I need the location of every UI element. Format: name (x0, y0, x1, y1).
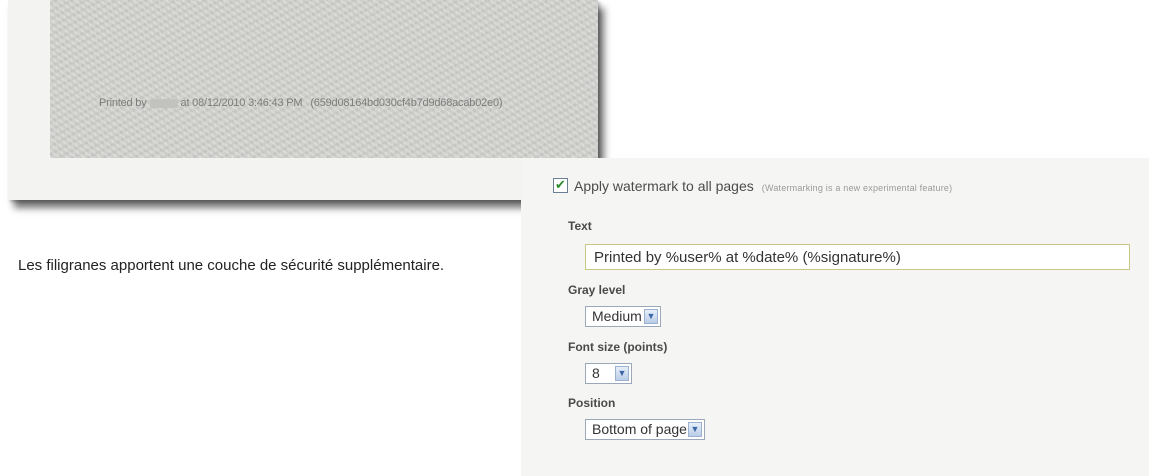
apply-watermark-row: ✔ Apply watermark to all pages (Watermarki… (553, 177, 953, 194)
watermark-text: Printed by at 08/12/2010 3:46:43 PM (659d0… (99, 97, 503, 109)
watermark-printed-by: Printed by (99, 97, 147, 109)
redacted-username (149, 98, 178, 108)
gray-level-select[interactable]: Medium ▼ (585, 306, 661, 327)
watermark-signature: (659d08164bd030cf4b7d9d68acab02e0) (310, 97, 503, 109)
apply-watermark-label[interactable]: Apply watermark to all pages (574, 178, 754, 194)
gray-level-label: Gray level (568, 283, 626, 297)
chevron-down-icon[interactable]: ▼ (644, 309, 658, 324)
font-size-select[interactable]: 8 ▼ (585, 363, 632, 384)
font-size-label: Font size (points) (568, 340, 668, 354)
position-value: Bottom of page (592, 421, 687, 437)
gray-level-value: Medium (592, 308, 642, 324)
watermark-text-input[interactable] (585, 244, 1130, 270)
printed-page-preview: Printed by at 08/12/2010 3:46:43 PM (659d0… (8, 0, 598, 200)
watermark-settings-panel: ✔ Apply watermark to all pages (Watermarki… (521, 158, 1149, 476)
experimental-note: (Watermarking is a new experimental feat… (761, 183, 953, 193)
watermark-date: at 08/12/2010 3:46:43 PM (180, 97, 303, 109)
position-select[interactable]: Bottom of page ▼ (585, 419, 705, 440)
text-label: Text (568, 219, 592, 233)
checkmark-icon: ✔ (555, 177, 566, 192)
position-label: Position (568, 396, 616, 410)
apply-watermark-checkbox[interactable]: ✔ (553, 177, 568, 193)
watermark-background: Printed by at 08/12/2010 3:46:43 PM (659d0… (50, 0, 598, 158)
caption-text: Les filigranes apportent une couche de s… (18, 257, 445, 274)
chevron-down-icon[interactable]: ▼ (688, 422, 702, 437)
chevron-down-icon[interactable]: ▼ (615, 366, 629, 381)
font-size-value: 8 (592, 365, 600, 381)
